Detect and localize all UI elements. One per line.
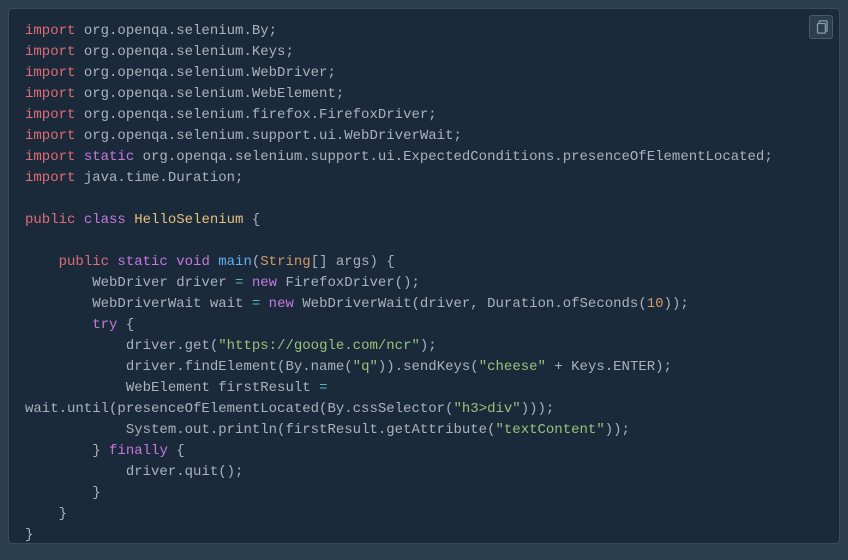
token-kw2: static [84, 149, 143, 165]
token-kw: import [25, 107, 84, 123]
token-txt: driver.findElement(By.name( [25, 359, 353, 375]
token-txt: java.time.Duration; [84, 170, 244, 186]
token-pun: ( [252, 254, 260, 270]
token-txt: FirefoxDriver(); [285, 275, 419, 291]
token-txt: org.openqa.selenium.WebDriver; [84, 65, 336, 81]
token-txt: System.out.println(firstResult.getAttrib… [25, 422, 496, 438]
token-kw: import [25, 65, 84, 81]
token-pun: { [176, 443, 184, 459]
code-line: } finally { [25, 441, 823, 462]
token-pun: { [252, 212, 260, 228]
token-op: = [235, 275, 252, 291]
token-kw: import [25, 86, 84, 102]
token-txt [25, 254, 59, 270]
token-txt: } [25, 485, 101, 501]
token-txt: } [25, 506, 67, 522]
token-txt: + Keys.ENTER); [546, 359, 672, 375]
code-line: import org.openqa.selenium.WebElement; [25, 84, 823, 105]
code-line: import org.openqa.selenium.support.ui.We… [25, 126, 823, 147]
code-line: } [25, 525, 823, 544]
token-txt: driver.get( [25, 338, 218, 354]
token-txt: )).sendKeys( [378, 359, 479, 375]
code-line: WebDriverWait wait = new WebDriverWait(d… [25, 294, 823, 315]
token-txt: org.openqa.selenium.By; [84, 23, 277, 39]
code-line: } [25, 504, 823, 525]
token-txt: org.openqa.selenium.support.ui.ExpectedC… [143, 149, 773, 165]
token-str: "h3>div" [453, 401, 520, 417]
token-kw2: static [117, 254, 176, 270]
token-txt: WebElement firstResult [25, 380, 319, 396]
code-line: import java.time.Duration; [25, 168, 823, 189]
token-dtype: void [176, 254, 218, 270]
token-kw2: class [84, 212, 134, 228]
code-line: WebDriver driver = new FirefoxDriver(); [25, 273, 823, 294]
code-line: public static void main(String[] args) { [25, 252, 823, 273]
code-line: import org.openqa.selenium.Keys; [25, 42, 823, 63]
token-txt: driver.quit(); [25, 464, 243, 480]
token-txt [25, 317, 92, 333]
code-line: WebElement firstResult = wait.until(pres… [25, 378, 823, 420]
token-txt: org.openqa.selenium.Keys; [84, 44, 294, 60]
code-line: driver.quit(); [25, 462, 823, 483]
token-txt: )); [664, 296, 689, 312]
token-txt: WebDriverWait(driver, Duration.ofSeconds… [302, 296, 646, 312]
token-txt: WebDriverWait wait [25, 296, 252, 312]
token-fn: main [218, 254, 252, 270]
token-txt [25, 191, 33, 207]
token-txt: org.openqa.selenium.firefox.FirefoxDrive… [84, 107, 437, 123]
token-op: = [252, 296, 269, 312]
token-txt: )); [605, 422, 630, 438]
token-kw: import [25, 149, 84, 165]
code-line: System.out.println(firstResult.getAttrib… [25, 420, 823, 441]
token-type: String [260, 254, 310, 270]
token-pun: { [126, 317, 134, 333]
token-txt: wait.until(presenceOfElementLocated(By.c… [25, 401, 453, 417]
token-txt [25, 233, 33, 249]
code-line: import org.openqa.selenium.By; [25, 21, 823, 42]
token-kw2: try [92, 317, 126, 333]
token-kw2: new [269, 296, 303, 312]
token-num: 10 [647, 296, 664, 312]
code-line: import org.openqa.selenium.WebDriver; [25, 63, 823, 84]
token-pun: [] args) { [311, 254, 395, 270]
token-kw: import [25, 44, 84, 60]
token-kw: public [59, 254, 118, 270]
code-content: import org.openqa.selenium.By;import org… [25, 21, 823, 544]
code-line: driver.findElement(By.name("q")).sendKey… [25, 357, 823, 378]
code-block: import org.openqa.selenium.By;import org… [8, 8, 840, 544]
token-str: "textContent" [496, 422, 605, 438]
code-line: import org.openqa.selenium.firefox.Firef… [25, 105, 823, 126]
code-line [25, 231, 823, 252]
token-kw2: finally [109, 443, 176, 459]
token-str: "cheese" [479, 359, 546, 375]
code-line: driver.get("https://google.com/ncr"); [25, 336, 823, 357]
code-line: try { [25, 315, 823, 336]
token-txt: WebDriver driver [25, 275, 235, 291]
token-kw: import [25, 23, 84, 39]
token-txt: } [25, 443, 109, 459]
code-line: } [25, 483, 823, 504]
code-line: import static org.openqa.selenium.suppor… [25, 147, 823, 168]
token-cls: HelloSelenium [134, 212, 252, 228]
token-op: = [319, 380, 336, 396]
token-kw: import [25, 128, 84, 144]
code-line: public class HelloSelenium { [25, 210, 823, 231]
token-str: "https://google.com/ncr" [218, 338, 420, 354]
token-txt: org.openqa.selenium.support.ui.WebDriver… [84, 128, 462, 144]
token-txt: ))); [521, 401, 555, 417]
token-kw2: new [252, 275, 286, 291]
code-line [25, 189, 823, 210]
token-txt: } [25, 527, 33, 543]
token-kw: public [25, 212, 84, 228]
token-str: "q" [353, 359, 378, 375]
token-txt: ); [420, 338, 437, 354]
token-txt: org.openqa.selenium.WebElement; [84, 86, 344, 102]
token-kw: import [25, 170, 84, 186]
clipboard-icon [814, 20, 828, 34]
copy-button[interactable] [809, 15, 833, 39]
